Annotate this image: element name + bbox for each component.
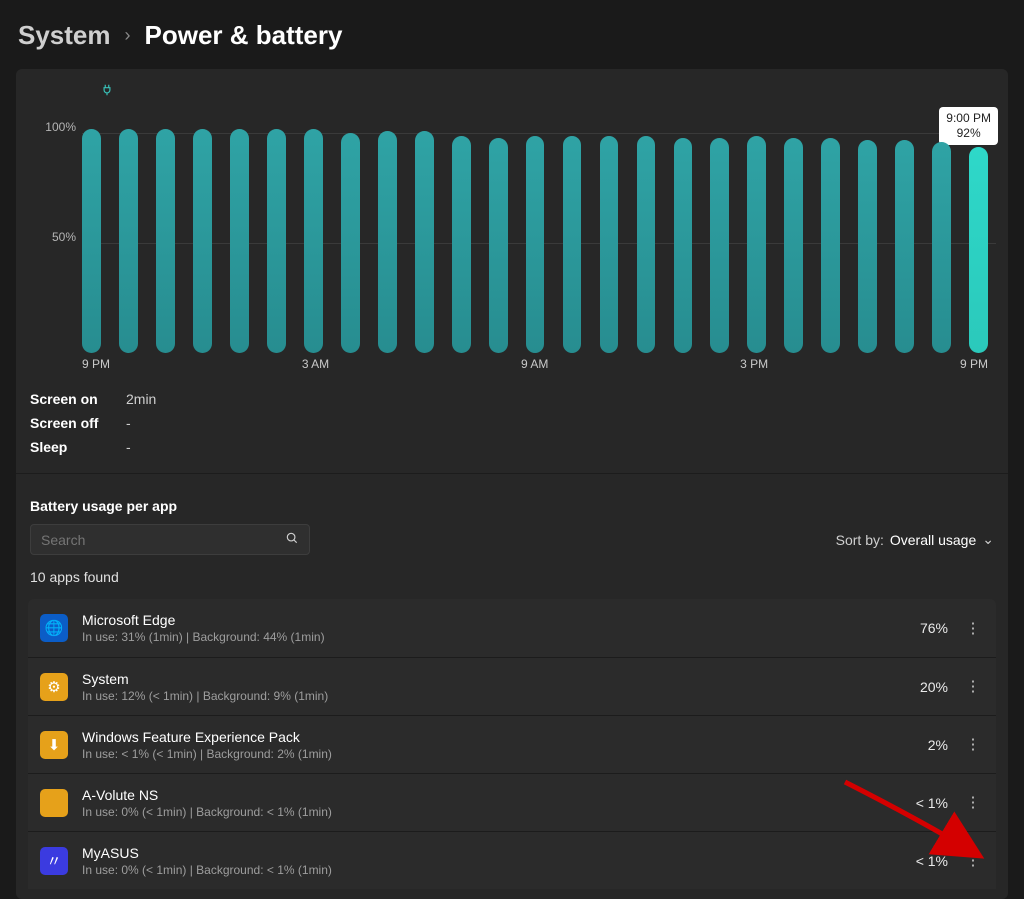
x-tick: 3 PM (740, 357, 768, 371)
stat-value: 2min (126, 391, 156, 407)
apps-found-count: 10 apps found (28, 555, 996, 593)
chart-bar[interactable] (156, 129, 175, 353)
chart-bar[interactable] (341, 133, 360, 353)
app-usage-percent: 20% (888, 679, 948, 695)
y-tick-100: 100% (45, 120, 76, 134)
chart-bar[interactable] (969, 147, 988, 353)
app-row[interactable]: 🌐 Microsoft Edge In use: 31% (1min) | Ba… (28, 599, 996, 657)
more-options-button[interactable]: ⋮ (962, 737, 984, 752)
app-row[interactable]: ⚙ System In use: 12% (< 1min) | Backgrou… (28, 657, 996, 715)
app-name: MyASUS (82, 845, 874, 861)
chart-x-axis: 9 PM 3 AM 9 AM 3 PM 9 PM (82, 355, 988, 371)
app-text: System In use: 12% (< 1min) | Background… (82, 671, 874, 703)
y-tick-50: 50% (52, 230, 76, 244)
chart-bar[interactable] (674, 138, 693, 353)
app-usage-percent: < 1% (888, 795, 948, 811)
app-detail: In use: < 1% (< 1min) | Background: 2% (… (82, 747, 874, 761)
app-text: MyASUS In use: 0% (< 1min) | Background:… (82, 845, 874, 877)
breadcrumb-parent[interactable]: System (18, 20, 111, 51)
x-tick: 9 AM (521, 357, 548, 371)
stat-value: - (126, 439, 131, 455)
more-options-button[interactable]: ⋮ (962, 621, 984, 636)
chart-bar[interactable] (858, 140, 877, 353)
stat-label: Screen on (30, 391, 104, 407)
search-input[interactable] (41, 532, 261, 548)
more-options-button[interactable]: ⋮ (962, 679, 984, 694)
app-icon: ⬇ (40, 731, 68, 759)
app-usage-percent: < 1% (888, 853, 948, 869)
app-icon: ⚙ (40, 673, 68, 701)
app-detail: In use: 0% (< 1min) | Background: < 1% (… (82, 805, 874, 819)
app-row[interactable]: 〃 MyASUS In use: 0% (< 1min) | Backgroun… (28, 831, 996, 889)
chart-bar[interactable] (821, 138, 840, 353)
chart-bar[interactable] (230, 129, 249, 353)
app-detail: In use: 31% (1min) | Background: 44% (1m… (82, 630, 874, 644)
chart-bar[interactable] (378, 131, 397, 353)
app-text: Windows Feature Experience Pack In use: … (82, 729, 874, 761)
more-options-button[interactable]: ⋮ (962, 853, 984, 868)
chart-y-axis: 100% 50% (28, 79, 82, 353)
chart-bar[interactable] (267, 129, 286, 353)
chart-plot-area[interactable]: 9:00 PM 92% (82, 85, 996, 353)
app-name: Windows Feature Experience Pack (82, 729, 874, 745)
usage-section-title: Battery usage per app (28, 482, 996, 524)
sort-by-dropdown[interactable]: Sort by: Overall usage ⌄ (836, 531, 994, 548)
search-input-wrap[interactable] (30, 524, 310, 555)
stat-label: Screen off (30, 415, 104, 431)
app-detail: In use: 12% (< 1min) | Background: 9% (1… (82, 689, 874, 703)
chart-bar[interactable] (415, 131, 434, 353)
chart-bar[interactable] (710, 138, 729, 353)
chart-bars (82, 129, 988, 353)
chart-bar[interactable] (563, 136, 582, 353)
chart-bar[interactable] (747, 136, 766, 353)
chart-bar[interactable] (526, 136, 545, 353)
screen-stats: Screen on 2min Screen off - Sleep - (28, 371, 996, 465)
app-icon: 〃 (40, 847, 68, 875)
battery-level-chart: 100% 50% 9:00 PM 92% (28, 79, 996, 353)
stat-value: - (126, 415, 131, 431)
breadcrumb: System › Power & battery (0, 0, 1024, 69)
chart-bar[interactable] (637, 136, 656, 353)
chevron-right-icon: › (125, 25, 131, 46)
charging-icon (100, 83, 114, 100)
app-list: 🌐 Microsoft Edge In use: 31% (1min) | Ba… (28, 599, 996, 889)
stat-sleep: Sleep - (30, 435, 994, 459)
chart-bar[interactable] (895, 140, 914, 353)
battery-panel: 100% 50% 9:00 PM 92% 9 PM 3 AM 9 AM 3 PM… (16, 69, 1008, 899)
app-text: Microsoft Edge In use: 31% (1min) | Back… (82, 612, 874, 644)
app-detail: In use: 0% (< 1min) | Background: < 1% (… (82, 863, 874, 877)
stat-screen-off: Screen off - (30, 411, 994, 435)
more-options-button[interactable]: ⋮ (962, 795, 984, 810)
stat-screen-on: Screen on 2min (30, 387, 994, 411)
app-name: Microsoft Edge (82, 612, 874, 628)
stat-label: Sleep (30, 439, 104, 455)
x-tick: 3 AM (302, 357, 329, 371)
chevron-down-icon: ⌄ (982, 531, 994, 548)
x-tick: 9 PM (82, 357, 110, 371)
search-icon (285, 531, 299, 548)
x-tick: 9 PM (960, 357, 988, 371)
chart-bar[interactable] (304, 129, 323, 353)
app-name: A-Volute NS (82, 787, 874, 803)
sort-by-value: Overall usage (890, 532, 976, 548)
sort-by-label: Sort by: (836, 532, 884, 548)
chart-bar[interactable] (784, 138, 803, 353)
app-icon (40, 789, 68, 817)
chart-bar[interactable] (119, 129, 138, 353)
chart-bar[interactable] (489, 138, 508, 353)
app-usage-percent: 76% (888, 620, 948, 636)
app-row[interactable]: A-Volute NS In use: 0% (< 1min) | Backgr… (28, 773, 996, 831)
chart-bar[interactable] (600, 136, 619, 353)
chart-bar[interactable] (193, 129, 212, 353)
chart-bar[interactable] (932, 142, 951, 353)
app-icon: 🌐 (40, 614, 68, 642)
app-text: A-Volute NS In use: 0% (< 1min) | Backgr… (82, 787, 874, 819)
chart-bar[interactable] (82, 129, 101, 353)
app-row[interactable]: ⬇ Windows Feature Experience Pack In use… (28, 715, 996, 773)
app-name: System (82, 671, 874, 687)
chart-bar[interactable] (452, 136, 471, 353)
tooltip-time: 9:00 PM (946, 111, 991, 126)
page-title: Power & battery (145, 20, 343, 51)
app-usage-percent: 2% (888, 737, 948, 753)
